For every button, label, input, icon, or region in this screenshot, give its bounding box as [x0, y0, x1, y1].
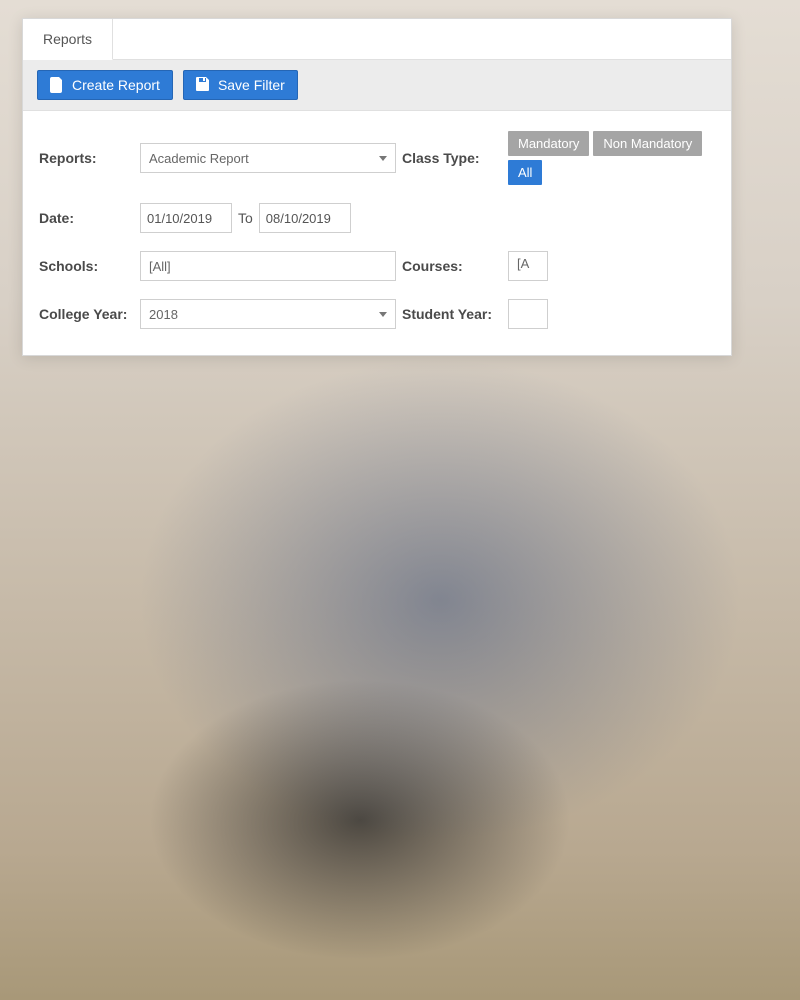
select-value: 2018 — [149, 307, 178, 322]
tab-label: Reports — [43, 31, 92, 47]
college-year-select[interactable]: 2018 — [140, 299, 396, 329]
reports-label: Reports: — [39, 150, 134, 166]
input-value: [All] — [149, 259, 171, 274]
chip-label: Non Mandatory — [603, 136, 692, 151]
input-value: [A — [517, 256, 529, 271]
college-year-label: College Year: — [39, 306, 134, 322]
class-type-label: Class Type: — [402, 150, 502, 166]
schools-label: Schools: — [39, 258, 134, 274]
chevron-down-icon — [379, 312, 387, 317]
schools-input[interactable]: [All] — [140, 251, 396, 281]
date-range-group: To — [140, 203, 396, 233]
reports-select[interactable]: Academic Report — [140, 143, 396, 173]
chip-non-mandatory[interactable]: Non Mandatory — [593, 131, 702, 156]
chip-label: All — [518, 165, 532, 180]
student-year-label: Student Year: — [402, 306, 502, 322]
save-icon — [196, 77, 210, 93]
select-value: Academic Report — [149, 151, 249, 166]
date-to-input[interactable] — [259, 203, 351, 233]
date-to-label: To — [236, 210, 255, 226]
toolbar: Create Report Save Filter — [23, 60, 731, 111]
class-type-chips: Mandatory Non Mandatory All — [508, 131, 718, 185]
date-label: Date: — [39, 210, 134, 226]
create-report-button[interactable]: Create Report — [37, 70, 173, 100]
courses-input[interactable]: [A — [508, 251, 548, 281]
tab-reports[interactable]: Reports — [23, 19, 113, 60]
tabs-bar: Reports — [23, 19, 731, 60]
document-icon — [50, 77, 64, 93]
chip-mandatory[interactable]: Mandatory — [508, 131, 589, 156]
button-label: Create Report — [72, 77, 160, 93]
date-from-input[interactable] — [140, 203, 232, 233]
student-year-input[interactable] — [508, 299, 548, 329]
button-label: Save Filter — [218, 77, 285, 93]
save-filter-button[interactable]: Save Filter — [183, 70, 298, 100]
courses-label: Courses: — [402, 258, 502, 274]
form-area: Reports: Academic Report Class Type: Man… — [23, 111, 731, 355]
chip-label: Mandatory — [518, 136, 579, 151]
chip-all[interactable]: All — [508, 160, 542, 185]
chevron-down-icon — [379, 156, 387, 161]
reports-window: Reports Create Report Save Filter Report… — [22, 18, 732, 356]
